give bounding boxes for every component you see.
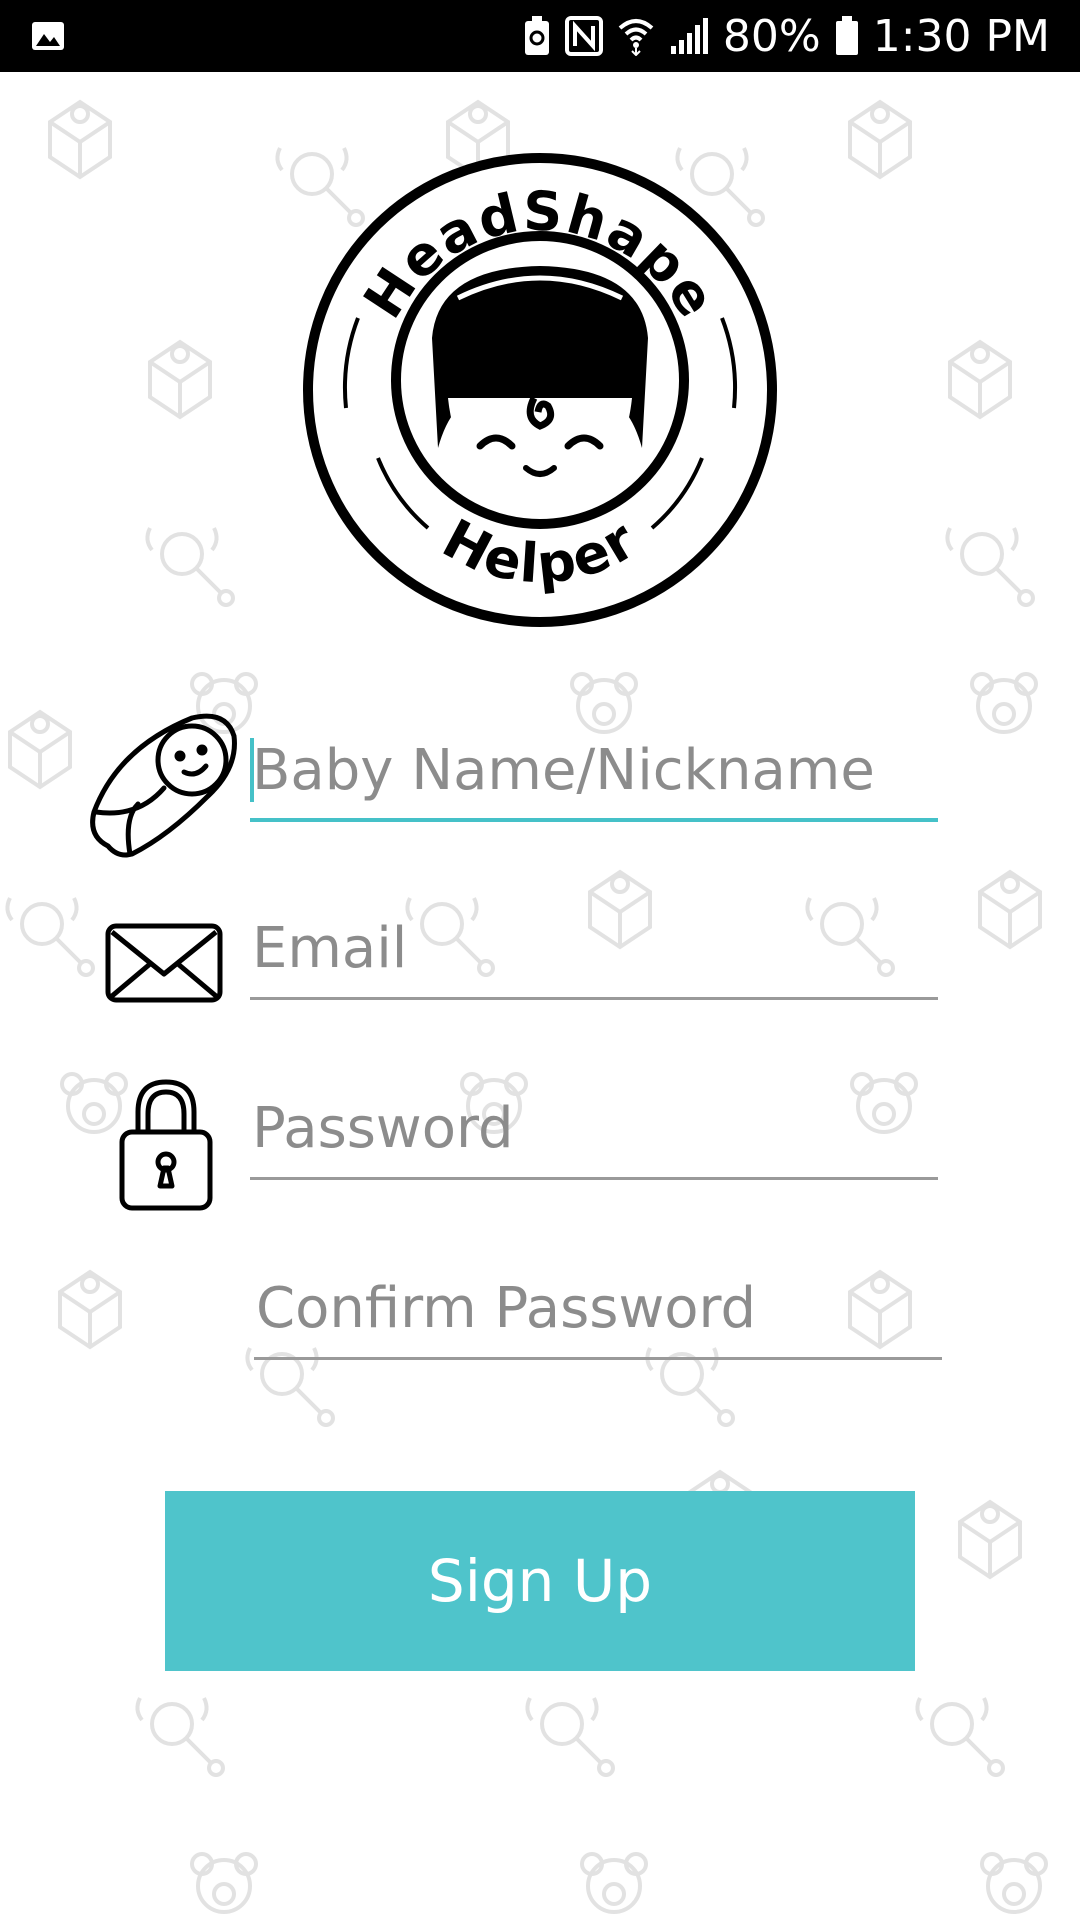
email-input[interactable] bbox=[250, 900, 938, 1000]
envelope-icon bbox=[105, 923, 223, 1003]
email-field[interactable] bbox=[250, 900, 938, 1000]
battery-icon bbox=[835, 16, 858, 55]
lock-icon bbox=[119, 1079, 213, 1211]
battery-saver-icon bbox=[524, 16, 549, 55]
password-field[interactable] bbox=[250, 1080, 938, 1180]
baby-swaddle-icon bbox=[90, 713, 237, 858]
wifi-icon bbox=[618, 19, 654, 56]
battery-percent: 80% bbox=[722, 10, 821, 62]
baby-name-field[interactable] bbox=[250, 722, 938, 822]
baby-name-input[interactable] bbox=[250, 722, 938, 822]
image-icon bbox=[32, 22, 64, 50]
password-input[interactable] bbox=[250, 1080, 938, 1180]
headshape-helper-logo: HeadShape Helper bbox=[303, 153, 777, 627]
nfc-icon bbox=[564, 16, 603, 56]
status-bar: 80% 1:30 PM bbox=[0, 0, 1080, 72]
clock: 1:30 PM bbox=[872, 10, 1050, 62]
confirm-password-field[interactable] bbox=[254, 1260, 942, 1360]
signal-icon bbox=[670, 18, 708, 54]
confirm-password-input[interactable] bbox=[254, 1260, 942, 1360]
text-caret bbox=[250, 738, 254, 802]
sign-up-button[interactable]: Sign Up bbox=[165, 1491, 915, 1671]
